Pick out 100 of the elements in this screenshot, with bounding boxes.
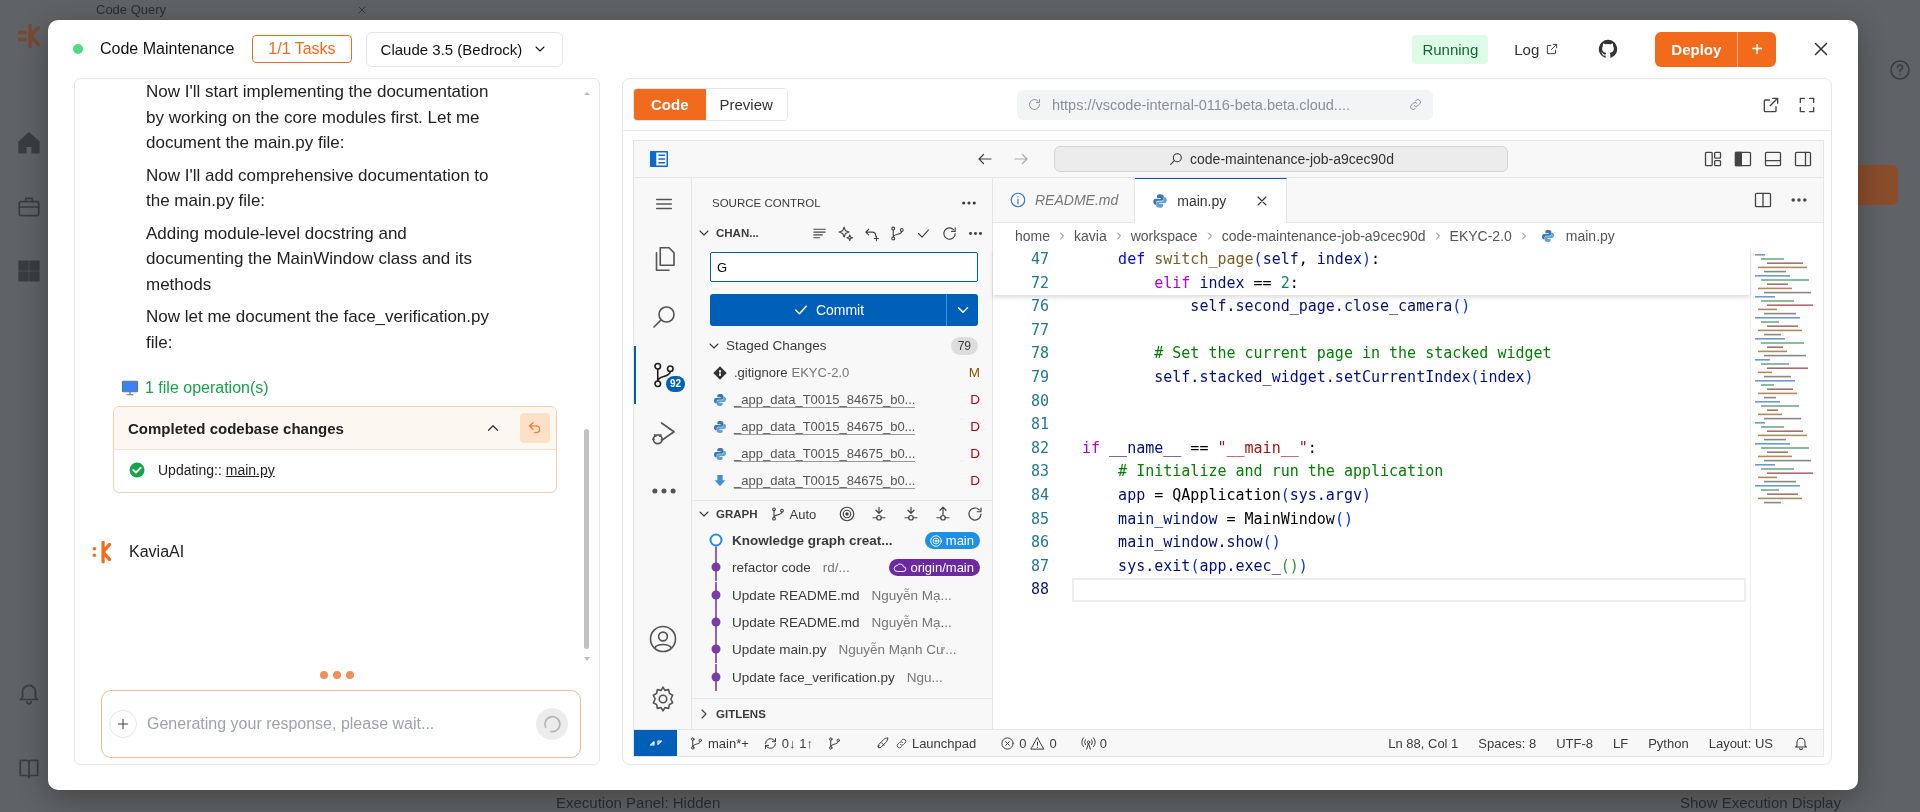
line-number: 83 [1029, 461, 1049, 483]
account-icon[interactable] [647, 624, 678, 654]
code-line: self.stacked_widget.setCurrentIndex(index) [1153, 366, 1535, 388]
target-icon[interactable] [838, 505, 856, 523]
commit-message[interactable]: refactor code [732, 560, 811, 576]
editor-tab[interactable]: main.py [1135, 178, 1288, 223]
commit-message[interactable]: Knowledge graph creat... [732, 533, 893, 549]
commit-message[interactable]: Update main.py [732, 642, 827, 658]
file-name[interactable]: _app_data_T0015_84675_b0... [734, 473, 916, 489]
code-line: main_window.show() [1117, 532, 1282, 554]
sidebar-layout-icon[interactable] [648, 148, 670, 170]
log-link[interactable]: Log [1514, 40, 1540, 58]
status-item[interactable]: Layout: US [1708, 735, 1773, 751]
error-icon [1000, 735, 1016, 751]
change-count: 92 [666, 376, 686, 392]
fetch-icon[interactable] [870, 505, 888, 523]
more-icon [650, 487, 677, 495]
branch-icon[interactable] [889, 224, 906, 242]
sidebar-toggle-icon[interactable] [1733, 149, 1753, 169]
status-item[interactable]: UTF-8 [1556, 735, 1593, 751]
github-icon[interactable] [1597, 38, 1620, 60]
branch-label[interactable]: main*+ [708, 735, 749, 751]
line-number: 80 [1029, 390, 1049, 412]
briefcase-icon [16, 194, 42, 220]
push-icon[interactable] [934, 505, 952, 523]
git-file-icon [712, 364, 728, 381]
section-title[interactable]: CHAN... [716, 227, 759, 239]
commit-author: Nguyễn Mạ... [871, 615, 952, 631]
file-status: D [970, 392, 980, 407]
file-status: D [970, 446, 980, 461]
warning-icon [1030, 735, 1046, 751]
commit-author: Ngu... [906, 669, 943, 685]
folder-name: EKYC-2.0 [791, 365, 850, 380]
file-name[interactable]: .gitignore [734, 365, 788, 380]
sync-status[interactable]: 0↓ 1↑ [781, 735, 813, 751]
breadcrumb-item[interactable]: home [1015, 227, 1051, 244]
pull-icon[interactable] [902, 505, 920, 523]
model-dropdown[interactable]: Claude 3.5 (Bedrock) [365, 31, 564, 67]
commit-author: Nguyễn Mạnh Cư... [838, 642, 957, 658]
sync-icon [762, 735, 778, 751]
card-title: Completed codebase changes [128, 419, 345, 437]
remote-button[interactable] [634, 730, 677, 756]
status-item[interactable]: Spaces: 8 [1478, 735, 1537, 751]
file-name[interactable]: _app_data_T0015_84675_b0... [734, 446, 916, 462]
section-title[interactable]: GITLENS [716, 708, 766, 720]
code-line: if __name__ == "__main__": [1082, 437, 1318, 459]
refresh-icon[interactable] [966, 505, 984, 523]
refresh-icon[interactable] [941, 224, 958, 242]
agent-name: KaviaAI [129, 543, 185, 561]
secondary-sidebar-icon[interactable] [1793, 149, 1813, 169]
message-text: Now I'll add comprehensive documentation to the main.py file: [146, 164, 490, 212]
line-number: 78 [1029, 343, 1049, 365]
message-text: Now I'll start implementing the documentation by working on the core modules first. Let me document the main.py file: [146, 81, 490, 154]
panel-toggle-icon[interactable] [1763, 149, 1783, 169]
status-item[interactable]: Python [1648, 735, 1689, 751]
commit-message-field[interactable]: G [710, 252, 978, 282]
file-link[interactable]: main.py [225, 462, 275, 478]
ports-count[interactable]: 0 [1099, 735, 1107, 751]
breadcrumb-item[interactable]: workspace [1130, 227, 1198, 244]
staged-changes-label[interactable]: Staged Changes [726, 338, 947, 353]
graph-mode-label[interactable]: Auto [789, 506, 817, 522]
message-text: Now let me document the face_verification.py file: [146, 306, 490, 354]
sparkle-icon[interactable] [837, 224, 854, 242]
file-name[interactable]: _app_data_T0015_84675_b0... [734, 392, 916, 408]
task-title: Code Maintenance [100, 40, 235, 58]
help-icon [1888, 58, 1912, 82]
code-line: # Set the current page in the stacked widget [1153, 343, 1553, 365]
line-number: 82 [1029, 437, 1049, 459]
attach-button[interactable] [109, 710, 137, 738]
python-file-icon [712, 391, 728, 408]
download-file-icon [712, 472, 728, 489]
branch-tag[interactable]: origin/main [889, 559, 980, 577]
status-item[interactable]: LF [1613, 735, 1629, 751]
status-item[interactable]: Ln 88, Col 1 [1388, 735, 1459, 751]
breadcrumb-item[interactable]: kavia [1074, 227, 1107, 244]
breadcrumb-item[interactable]: main.py [1565, 227, 1615, 244]
launchpad-label[interactable]: Launchpad [911, 735, 977, 751]
staged-count: 79 [950, 336, 978, 355]
breadcrumb-item[interactable]: EKYC-2.0 [1449, 227, 1512, 244]
file-name[interactable]: _app_data_T0015_84675_b0... [734, 419, 916, 435]
message-input[interactable]: Generating your response, please wait... [145, 714, 528, 734]
grid-icon [16, 258, 42, 284]
layout-icon[interactable] [1703, 149, 1723, 169]
commit-message[interactable]: Update README.md [732, 615, 860, 631]
code-line: elif index == 2: [1153, 272, 1300, 294]
code-line: def switch_page(self, index): [1117, 249, 1382, 270]
warning-count[interactable]: 0 [1049, 735, 1057, 751]
commit-message[interactable]: Update README.md [732, 587, 860, 603]
commit-message[interactable]: Update face_verification.py [732, 669, 895, 685]
breadcrumb-item[interactable]: code-maintenance-job-a9cec90d [1221, 227, 1426, 244]
split-editor-icon[interactable] [1753, 190, 1773, 210]
error-count[interactable]: 0 [1019, 735, 1027, 751]
section-title[interactable]: GRAPH [716, 508, 758, 520]
command-center-field[interactable]: code-maintenance-job-a9cec90d [1054, 146, 1508, 172]
bell-icon[interactable] [1793, 735, 1809, 751]
message-text: Adding module-level docstring and documenting the MainWindow class and its methods [146, 222, 473, 296]
branch-icon [826, 735, 842, 751]
status-label: Running [1412, 34, 1489, 64]
loading-spinner-icon [536, 708, 568, 740]
undo-icon [527, 420, 543, 436]
